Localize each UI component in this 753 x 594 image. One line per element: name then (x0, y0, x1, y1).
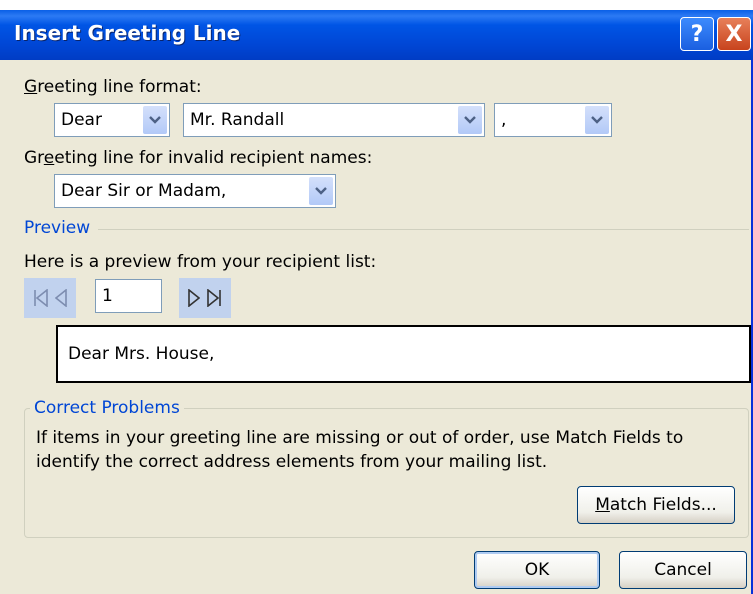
help-button[interactable]: ? (680, 17, 714, 51)
invalid-names-value: Dear Sir or Madam, (61, 181, 227, 201)
punctuation-combo[interactable]: , (494, 103, 612, 137)
previous-record-icon[interactable] (55, 289, 67, 307)
chevron-down-icon[interactable] (309, 177, 333, 205)
next-last-nav (179, 278, 231, 318)
preview-section-title: Preview (24, 218, 91, 238)
close-button[interactable]: X (717, 17, 751, 51)
ok-button[interactable]: OK (474, 551, 600, 589)
name-format-combo[interactable]: Mr. Randall (183, 103, 485, 137)
invalid-names-combo[interactable]: Dear Sir or Madam, (54, 174, 336, 208)
record-number-input[interactable]: 1 (95, 279, 162, 313)
match-fields-label: Match Fields... (595, 495, 717, 515)
match-fields-button[interactable]: Match Fields... (577, 486, 735, 524)
chevron-down-icon[interactable] (585, 106, 609, 134)
chevron-down-icon[interactable] (458, 106, 482, 134)
salutation-combo[interactable]: Dear (54, 103, 170, 137)
first-previous-nav (24, 278, 76, 318)
greeting-preview-box: Dear Mrs. House, (56, 325, 751, 383)
salutation-value: Dear (61, 110, 102, 130)
greeting-format-label: Greeting line format: (24, 77, 202, 97)
preview-intro: Here is a preview from your recipient li… (24, 252, 377, 272)
help-icon: ? (690, 21, 704, 47)
close-icon: X (725, 21, 743, 47)
first-record-icon[interactable] (33, 289, 49, 307)
correct-problems-title: Correct Problems (30, 398, 184, 418)
punctuation-value: , (501, 110, 507, 130)
dialog-title: Insert Greeting Line (14, 21, 241, 45)
record-number-value: 1 (102, 286, 113, 306)
correct-problems-text: If items in your greeting line are missi… (36, 428, 684, 472)
cancel-button[interactable]: Cancel (619, 551, 747, 589)
preview-divider (98, 229, 749, 230)
chevron-down-icon[interactable] (143, 106, 167, 134)
greeting-preview-text: Dear Mrs. House, (68, 344, 215, 364)
name-format-value: Mr. Randall (190, 110, 285, 130)
last-record-icon[interactable] (206, 289, 222, 307)
invalid-names-label: Greeting line for invalid recipient name… (24, 148, 373, 168)
next-record-icon[interactable] (188, 289, 200, 307)
